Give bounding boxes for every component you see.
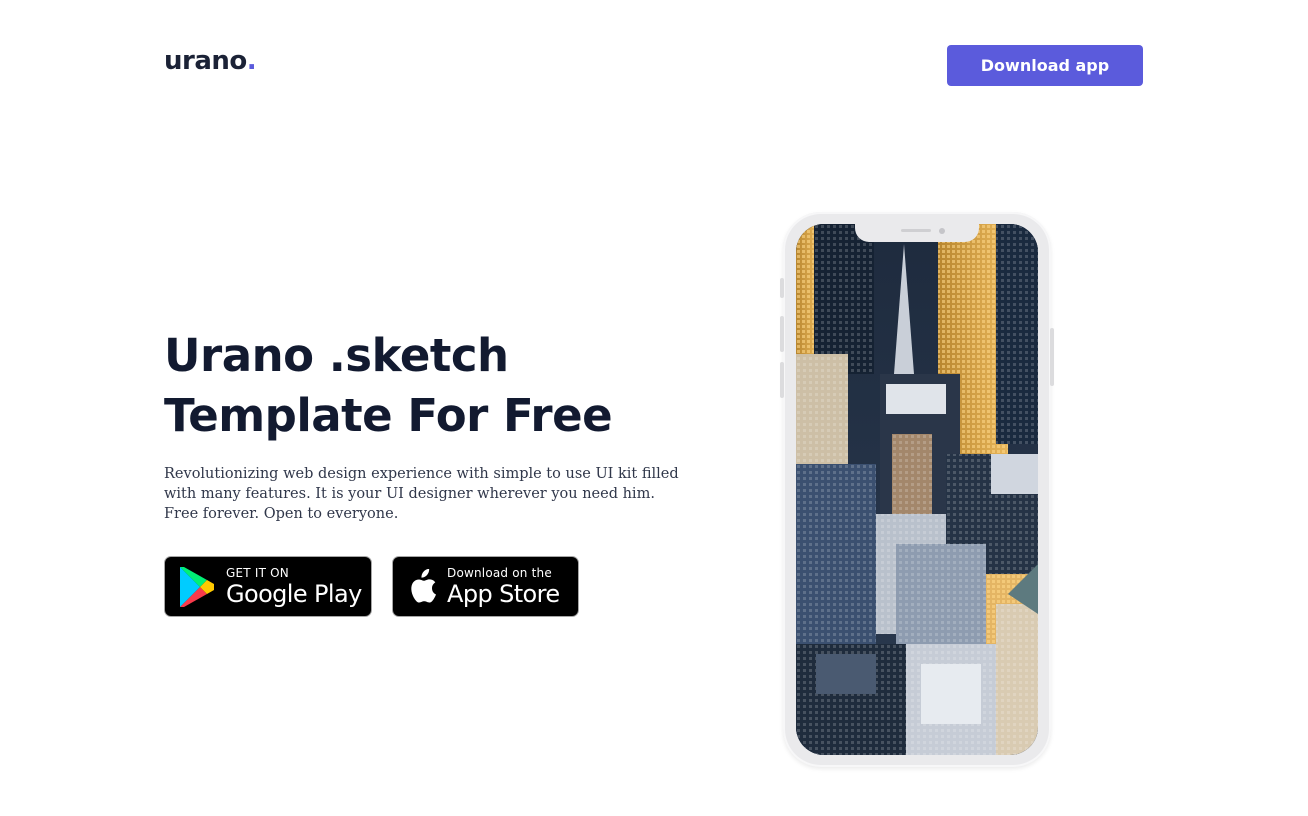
logo-dot: . bbox=[246, 46, 257, 76]
brand-logo[interactable]: urano. bbox=[164, 44, 257, 78]
hero-title-line-2: Template For Free bbox=[164, 389, 613, 442]
phone-volume-down bbox=[780, 362, 784, 398]
apple-icon bbox=[407, 568, 437, 605]
google-play-button[interactable]: GET IT ON Google Play bbox=[164, 556, 372, 617]
hero-title-line-1: Urano .sketch bbox=[164, 329, 509, 382]
app-store-small-label: Download on the bbox=[447, 565, 552, 580]
phone-mute-switch bbox=[780, 278, 784, 298]
city-aerial-image bbox=[796, 224, 1038, 755]
phone-screen bbox=[796, 224, 1038, 755]
phone-mockup bbox=[780, 212, 1054, 767]
logo-text: urano bbox=[164, 46, 247, 76]
download-app-button[interactable]: Download app bbox=[947, 45, 1143, 86]
phone-speaker bbox=[901, 229, 931, 232]
google-play-icon bbox=[178, 565, 216, 609]
app-store-text: Download on the App Store bbox=[447, 566, 560, 608]
google-play-small-label: GET IT ON bbox=[226, 565, 289, 580]
phone-volume-up bbox=[780, 316, 784, 352]
google-play-text: GET IT ON Google Play bbox=[226, 566, 362, 608]
phone-camera bbox=[939, 228, 945, 234]
phone-notch bbox=[855, 224, 979, 242]
app-store-button[interactable]: Download on the App Store bbox=[392, 556, 579, 617]
google-play-big-label: Google Play bbox=[226, 579, 362, 608]
hero-description: Revolutionizing web design experience wi… bbox=[164, 466, 679, 522]
hero-title: Urano .sketch Template For Free bbox=[164, 326, 724, 446]
phone-power-button bbox=[1050, 328, 1054, 386]
app-store-big-label: App Store bbox=[447, 579, 560, 608]
